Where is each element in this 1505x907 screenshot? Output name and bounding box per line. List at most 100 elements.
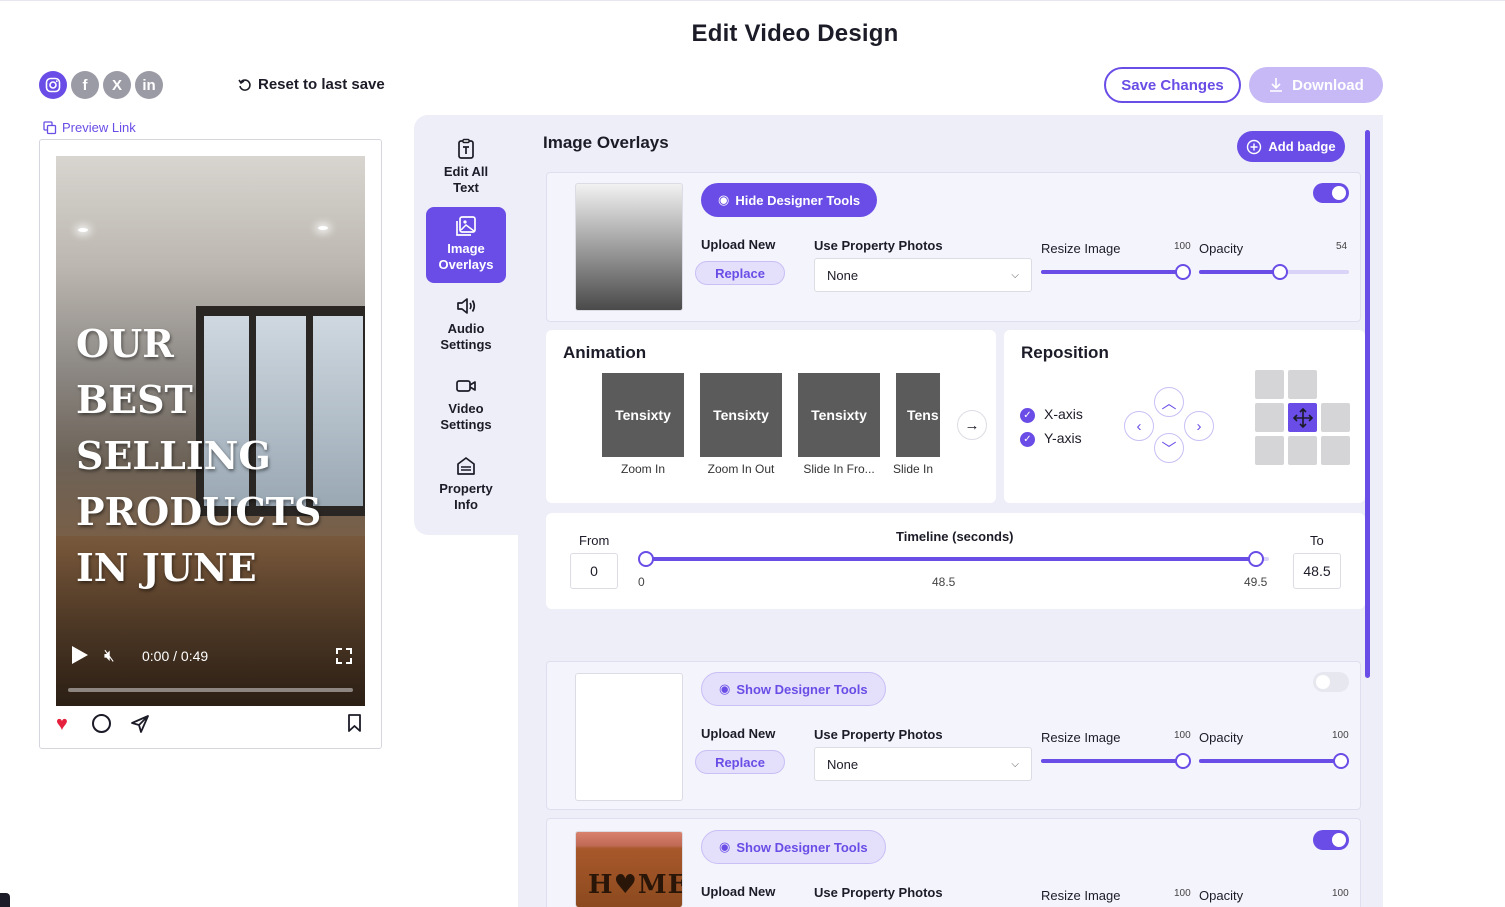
preview-link[interactable]: Preview Link <box>43 120 136 135</box>
animation-tile-zoom-in[interactable]: Tensixty <box>602 373 684 457</box>
slider-handle[interactable] <box>1175 753 1191 769</box>
property-photos-label: Use Property Photos <box>814 727 943 742</box>
video-progress-bar[interactable] <box>68 688 353 692</box>
move-up-icon[interactable]: ︿ <box>1154 387 1184 417</box>
heart-icon: ♥ <box>56 713 68 735</box>
palette-icon: ◉ <box>719 839 731 854</box>
position-top-left[interactable] <box>1255 370 1284 399</box>
animation-tile-slide-in-from[interactable]: Tensixty <box>798 373 880 457</box>
upload-label: Upload New <box>701 237 776 252</box>
slider-fill <box>1199 759 1341 763</box>
menu-property-info[interactable]: Property Info <box>426 447 506 523</box>
opacity-value: 100 <box>1332 730 1349 741</box>
download-icon <box>1270 78 1283 92</box>
overlay-toggle[interactable] <box>1313 672 1349 692</box>
menu-label: Property <box>439 481 493 496</box>
ceiling-light <box>78 228 88 232</box>
download-label: Download <box>1292 76 1364 94</box>
position-bottom-left[interactable] <box>1255 436 1284 465</box>
y-axis-checkbox[interactable]: ✓ <box>1020 432 1035 447</box>
menu-audio-settings[interactable]: Audio Settings <box>426 287 506 363</box>
property-photos-select[interactable]: None ⌵ <box>814 747 1032 781</box>
move-right-icon[interactable]: › <box>1184 411 1214 441</box>
overlay-thumbnail[interactable] <box>575 183 683 311</box>
resize-slider[interactable] <box>1041 264 1191 280</box>
overlay-thumbnail[interactable]: H♥ME <box>575 831 683 907</box>
opacity-label: Opacity <box>1199 888 1244 903</box>
fullscreen-icon[interactable] <box>336 648 352 664</box>
slider-handle[interactable] <box>1272 264 1288 280</box>
position-middle-right[interactable] <box>1321 403 1350 432</box>
y-axis-label: Y-axis <box>1044 430 1082 446</box>
move-left-icon[interactable]: ‹ <box>1124 411 1154 441</box>
slider-handle[interactable] <box>1175 264 1191 280</box>
position-bottom-center[interactable] <box>1288 436 1317 465</box>
timeline-start-handle[interactable] <box>638 551 654 567</box>
replace-button[interactable]: Replace <box>695 261 785 285</box>
toggle-knob <box>1332 186 1346 200</box>
show-designer-tools-button[interactable]: ◉ Show Designer Tools <box>701 672 886 706</box>
x-twitter-icon[interactable]: X <box>103 71 131 99</box>
resize-slider[interactable] <box>1041 753 1191 769</box>
animation-next-arrow-icon[interactable]: → <box>957 410 987 440</box>
menu-label: Settings <box>440 337 492 352</box>
building-icon <box>457 457 475 475</box>
overlay-thumbnail[interactable] <box>575 673 683 801</box>
position-center[interactable] <box>1288 403 1317 432</box>
to-input[interactable]: 48.5 <box>1293 553 1341 589</box>
select-value: None <box>827 756 859 772</box>
upload-label: Upload New <box>701 884 776 899</box>
slider-fill <box>1041 270 1183 274</box>
timeline-title: Timeline (seconds) <box>896 529 1014 544</box>
headline-line: BEST SELLING <box>76 377 271 478</box>
animation-tile-slide-in[interactable]: Tens <box>896 373 940 457</box>
instagram-icon[interactable] <box>39 71 67 99</box>
overlay-toggle[interactable] <box>1313 183 1349 203</box>
menu-image-overlays[interactable]: Image Overlays <box>426 207 506 283</box>
scrollbar[interactable] <box>1365 130 1370 678</box>
show-designer-tools-button[interactable]: ◉ Show Designer Tools <box>701 830 886 864</box>
send-icon <box>131 715 149 733</box>
reset-button[interactable]: Reset to last save <box>238 76 385 93</box>
from-input[interactable]: 0 <box>570 553 618 589</box>
play-icon[interactable] <box>72 646 88 664</box>
resize-value: 100 <box>1174 241 1191 252</box>
replace-button[interactable]: Replace <box>695 750 785 774</box>
video-player[interactable]: OUR BEST SELLING PRODUCTS IN JUNE 🔇︎ 0:0… <box>56 156 365 706</box>
position-bottom-right[interactable] <box>1321 436 1350 465</box>
x-axis-checkbox[interactable]: ✓ <box>1020 408 1035 423</box>
speaker-icon <box>457 298 476 314</box>
overlay-toggle[interactable] <box>1313 830 1349 850</box>
from-label: From <box>579 533 610 548</box>
save-changes-button[interactable]: Save Changes <box>1104 67 1241 103</box>
position-middle-left[interactable] <box>1255 403 1284 432</box>
resize-value: 100 <box>1174 888 1191 899</box>
hide-designer-tools-button[interactable]: ◉ Hide Designer Tools <box>701 183 878 217</box>
animation-tile-zoom-in-out[interactable]: Tensixty <box>700 373 782 457</box>
reposition-title: Reposition <box>1021 343 1109 362</box>
download-button[interactable]: Download <box>1249 67 1383 103</box>
menu-video-settings[interactable]: Video Settings <box>426 367 506 443</box>
palette-icon: ◉ <box>718 192 730 207</box>
bookmark-icon <box>348 714 361 732</box>
opacity-slider[interactable] <box>1199 264 1349 280</box>
property-photos-select[interactable]: None ⌵ <box>814 258 1032 292</box>
opacity-slider[interactable] <box>1199 753 1349 769</box>
video-camera-icon <box>456 380 476 392</box>
move-down-icon[interactable]: ﹀ <box>1154 433 1184 463</box>
resize-label: Resize Image <box>1041 730 1121 745</box>
menu-edit-all-text[interactable]: Edit All Text <box>426 130 506 206</box>
slider-handle[interactable] <box>1333 753 1349 769</box>
select-value: None <box>827 267 859 283</box>
facebook-icon[interactable]: f <box>71 71 99 99</box>
position-top-center[interactable] <box>1288 370 1317 399</box>
designer-tools-label: Hide Designer Tools <box>735 192 861 208</box>
animation-caption: Slide In <box>893 462 934 476</box>
mute-icon[interactable]: 🔇︎ <box>104 646 115 666</box>
video-headline: OUR BEST SELLING PRODUCTS IN JUNE <box>76 316 365 596</box>
menu-label: Edit All <box>443 164 489 179</box>
menu-label: Image <box>447 241 485 256</box>
linkedin-icon[interactable]: in <box>135 71 163 99</box>
timeline-slider[interactable] <box>638 551 1269 567</box>
add-badge-button[interactable]: Add badge <box>1237 131 1345 162</box>
